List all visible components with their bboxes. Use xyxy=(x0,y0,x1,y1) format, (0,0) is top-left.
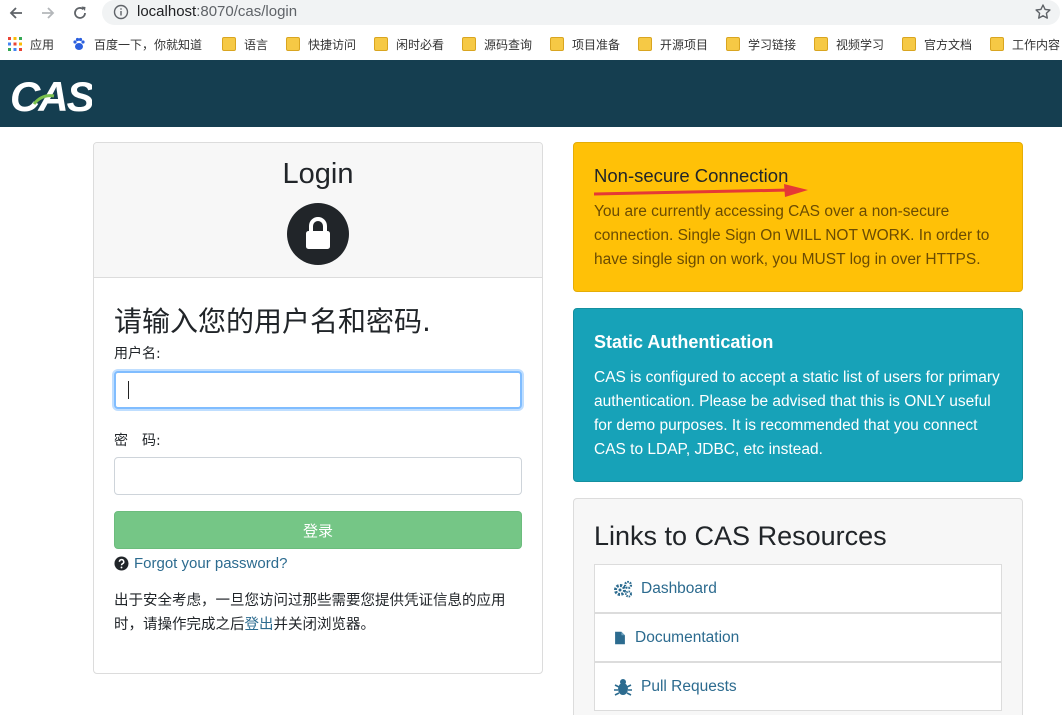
folder-icon xyxy=(462,37,476,51)
apps-icon xyxy=(8,37,22,51)
reload-icon[interactable] xyxy=(68,2,92,24)
folder-icon xyxy=(902,37,916,51)
forward-icon[interactable] xyxy=(36,2,60,24)
username-input[interactable] xyxy=(116,373,520,407)
login-prompt: 请输入您的用户名和密码. xyxy=(114,305,431,338)
file-icon xyxy=(615,631,625,644)
folder-icon xyxy=(726,37,740,51)
username-field[interactable] xyxy=(114,371,522,409)
text-caret xyxy=(128,381,129,399)
folder-icon xyxy=(990,37,1004,51)
login-panel: Login 请输入您的用户名和密码. 用户名: 密 码: 登录 Forgot y… xyxy=(93,142,543,674)
bookmark-label: 闲时必看 xyxy=(396,37,445,52)
folder-icon xyxy=(814,37,828,51)
static-auth-notice: Static Authentication CAS is configured … xyxy=(573,308,1023,482)
bookmark-label: 源码查询 xyxy=(484,37,533,52)
bookmark-label: 快捷访问 xyxy=(308,37,357,52)
bookmark-label: 开源项目 xyxy=(660,37,709,52)
static-auth-body: CAS is configured to accept a static lis… xyxy=(594,369,1000,458)
bookmark-folder[interactable]: 视频学习 xyxy=(814,35,884,53)
link-label[interactable]: Documentation xyxy=(635,629,739,647)
password-label: 密 码: xyxy=(114,433,161,449)
info-icon[interactable] xyxy=(113,4,129,20)
lock-icon xyxy=(287,203,349,265)
bookmark-apps[interactable]: 应用 xyxy=(8,35,54,53)
star-icon[interactable] xyxy=(1034,3,1052,21)
resources-title: Links to CAS Resources xyxy=(594,521,887,551)
bookmark-folder[interactable]: 官方文档 xyxy=(902,35,972,53)
cas-logo[interactable]: CAS xyxy=(10,74,92,116)
bookmark-folder[interactable]: 闲时必看 xyxy=(374,35,444,53)
address-bar[interactable]: localhost:8070/cas/login xyxy=(102,0,1060,25)
resource-link-dashboard[interactable]: Dashboard xyxy=(594,564,1002,613)
folder-icon xyxy=(222,37,236,51)
red-arrow-annotation xyxy=(594,184,808,197)
bug-icon xyxy=(614,678,632,696)
back-icon[interactable] xyxy=(4,2,28,24)
logout-link[interactable]: 登出 xyxy=(245,617,274,633)
password-field[interactable] xyxy=(114,457,522,495)
baidu-icon xyxy=(73,37,85,50)
login-title: Login xyxy=(282,158,354,190)
bookmark-folder[interactable]: 语言 xyxy=(222,35,268,53)
cas-header: CAS xyxy=(0,60,1062,127)
password-input[interactable] xyxy=(115,458,521,494)
forgot-password-link[interactable]: Forgot your password? xyxy=(134,555,287,572)
bookmark-folder[interactable]: 工作内容 xyxy=(990,35,1060,53)
bookmark-label: 官方文档 xyxy=(924,37,973,52)
non-secure-warning: Non-secure Connection You are currently … xyxy=(573,142,1023,292)
link-label[interactable]: Dashboard xyxy=(641,580,717,598)
login-button[interactable]: 登录 xyxy=(114,511,522,549)
resource-link-pull-requests[interactable]: Pull Requests xyxy=(594,662,1002,711)
folder-icon xyxy=(638,37,652,51)
bookmark-folder[interactable]: 项目准备 xyxy=(550,35,620,53)
resources-panel: Links to CAS Resources Dashboard Documen… xyxy=(573,498,1023,715)
bookmark-label: 工作内容 xyxy=(1012,37,1061,52)
browser-toolbar: localhost:8070/cas/login xyxy=(0,0,1062,28)
static-auth-title: Static Authentication xyxy=(594,332,774,352)
bookmark-label: 语言 xyxy=(244,37,269,52)
url-text: localhost:8070/cas/login xyxy=(137,3,298,20)
bookmark-label: 项目准备 xyxy=(572,37,621,52)
bookmark-label: 学习链接 xyxy=(748,37,797,52)
login-header: Login xyxy=(94,143,542,278)
question-circle-icon xyxy=(114,555,129,571)
folder-icon xyxy=(286,37,300,51)
bookmark-label: 百度一下，你就知道 xyxy=(94,37,203,52)
username-label: 用户名: xyxy=(114,346,161,362)
notice-text-end: 并关闭浏览器。 xyxy=(273,617,376,633)
bookmarks-bar: 应用 百度一下，你就知道 语言 快捷访问 闲时必看 源码查询 项目准备 开源项目… xyxy=(0,28,1062,60)
link-label[interactable]: Pull Requests xyxy=(641,678,737,696)
gears-icon xyxy=(614,580,633,597)
bookmark-folder[interactable]: 学习链接 xyxy=(726,35,796,53)
bookmark-folder[interactable]: 开源项目 xyxy=(638,35,708,53)
bookmark-label: 视频学习 xyxy=(836,37,885,52)
folder-icon xyxy=(374,37,388,51)
bookmark-folder[interactable]: 快捷访问 xyxy=(286,35,356,53)
warning-body: You are currently accessing CAS over a n… xyxy=(594,203,990,268)
resource-link-documentation[interactable]: Documentation xyxy=(594,613,1002,662)
bookmark-label: 应用 xyxy=(30,37,55,52)
forgot-password[interactable]: Forgot your password? xyxy=(114,553,287,573)
logout-notice: 出于安全考虑，一旦您访问过那些需要您提供凭证信息的应用时，请操作完成之后登出并关… xyxy=(114,589,534,637)
folder-icon xyxy=(550,37,564,51)
bookmark-baidu[interactable]: 百度一下，你就知道 xyxy=(72,35,202,53)
bookmark-folder[interactable]: 源码查询 xyxy=(462,35,532,53)
